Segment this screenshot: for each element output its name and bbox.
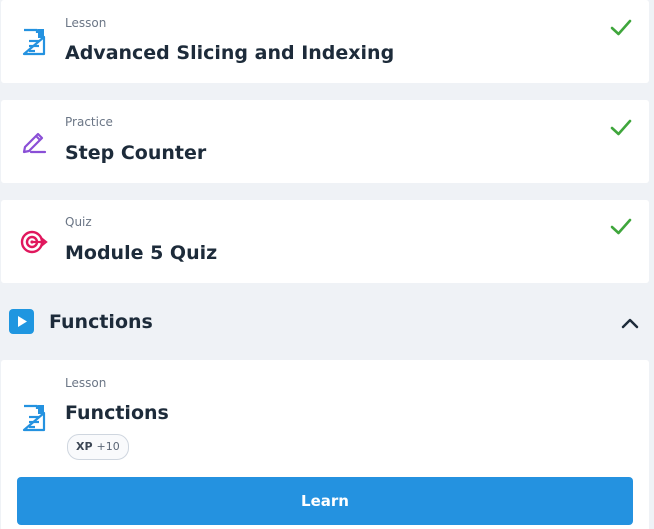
xp-badge: XP +10: [67, 434, 129, 460]
item-type-label: Quiz: [65, 215, 92, 229]
item-title: Advanced Slicing and Indexing: [65, 42, 395, 64]
xp-label: XP: [76, 440, 93, 453]
checkmark-icon: [610, 218, 632, 235]
item-title: Step Counter: [65, 142, 207, 164]
item-card-practice[interactable]: Practice Step Counter: [1, 100, 649, 183]
lesson-card-functions: Lesson Functions XP +10 Learn: [1, 360, 649, 529]
item-title: Module 5 Quiz: [65, 242, 218, 264]
xp-value: +10: [96, 440, 120, 453]
item-type-label: Lesson: [65, 16, 107, 30]
item-card-lesson[interactable]: Lesson Advanced Slicing and Indexing: [1, 0, 649, 83]
checkmark-icon: [610, 119, 632, 136]
lesson-icon: [22, 404, 46, 432]
lesson-type-label: Lesson: [65, 376, 107, 390]
chevron-up-icon[interactable]: [619, 312, 641, 334]
item-type-label: Practice: [65, 115, 113, 129]
lesson-title: Functions: [65, 402, 169, 424]
pencil-icon: [22, 132, 47, 154]
section-title: Functions: [49, 311, 153, 333]
play-icon: [9, 309, 34, 334]
checkmark-icon: [610, 19, 632, 36]
lesson-icon: [22, 28, 46, 56]
target-icon: [20, 230, 48, 254]
learn-button[interactable]: Learn: [17, 477, 633, 525]
item-card-quiz[interactable]: Quiz Module 5 Quiz: [1, 200, 649, 283]
section-header[interactable]: Functions: [0, 288, 654, 358]
